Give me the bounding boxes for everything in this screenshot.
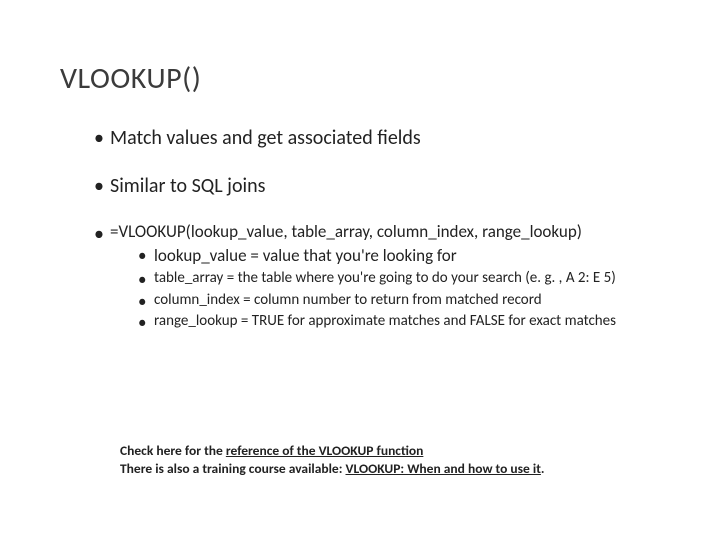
sub-bullet-item: column_index = column number to return f…: [138, 291, 660, 311]
bullet-item: =VLOOKUP(lookup_value, table_array, colu…: [94, 221, 660, 332]
footnote: Check here for the reference of the VLOO…: [120, 442, 545, 478]
bullet-item: Match values and get associated fields: [94, 125, 660, 151]
footnote-text: .: [541, 460, 545, 477]
footnote-text: There is also a training course availabl…: [120, 460, 346, 477]
sub-bullet-item: table_array = the table where you're goi…: [138, 269, 660, 289]
bullet-text: =VLOOKUP(lookup_value, table_array, colu…: [110, 221, 582, 242]
footnote-link[interactable]: reference of the VLOOKUP function: [226, 442, 424, 459]
bullet-item: Similar to SQL joins: [94, 173, 660, 199]
bullet-list: Match values and get associated fields S…: [94, 125, 660, 332]
footnote-link[interactable]: VLOOKUP: When and how to use it: [346, 460, 541, 477]
sub-bullet-item: lookup_value = value that you're looking…: [138, 245, 660, 267]
footnote-line: Check here for the reference of the VLOO…: [120, 442, 545, 460]
sub-bullet-item: range_lookup = TRUE for approximate matc…: [138, 312, 660, 332]
sub-bullet-list: lookup_value = value that you're looking…: [138, 245, 660, 332]
footnote-line: There is also a training course availabl…: [120, 460, 545, 478]
slide: VLOOKUP() Match values and get associate…: [0, 0, 720, 540]
slide-title: VLOOKUP(): [60, 60, 660, 97]
footnote-text: Check here for the: [120, 442, 226, 459]
